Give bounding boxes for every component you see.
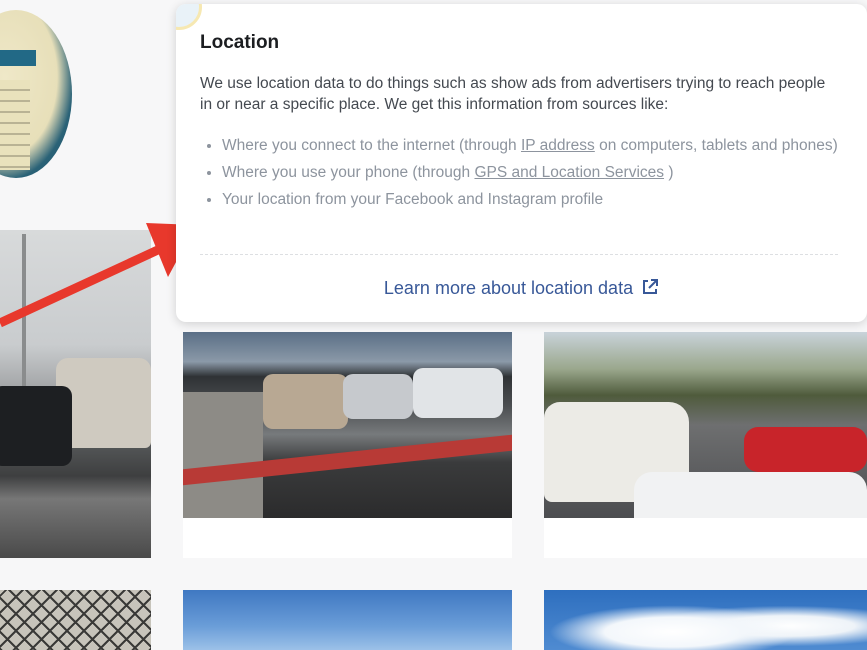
- sign-text-lines: [0, 80, 30, 170]
- clouds-photo[interactable]: [544, 590, 867, 650]
- parking-lot-photo-3[interactable]: [544, 332, 867, 518]
- list-item: Where you connect to the internet (throu…: [222, 135, 862, 156]
- location-info-popover: Location We use location data to do thin…: [176, 4, 867, 322]
- location-sources-list: Where you connect to the internet (throu…: [200, 135, 862, 216]
- gps-location-services-link[interactable]: GPS and Location Services: [474, 164, 664, 181]
- parking-lot-photo-2[interactable]: [183, 332, 512, 518]
- car-shape: [413, 368, 503, 418]
- list-item-text: on computers, tablets and phones): [594, 137, 838, 154]
- car-shape: [263, 374, 348, 429]
- arrow-shaft: [0, 244, 162, 328]
- popover-title: Location: [200, 32, 280, 53]
- list-item-text: Your location from your Facebook and Ins…: [222, 191, 604, 208]
- sky-photo[interactable]: [183, 590, 512, 650]
- photo-card-footer: [183, 518, 512, 558]
- fence-photo[interactable]: [0, 590, 151, 650]
- sign-header: [0, 50, 36, 66]
- list-item-text: Where you use your phone (through: [222, 164, 475, 181]
- list-item: Where you use your phone (through GPS an…: [222, 162, 862, 183]
- list-item-text: ): [664, 164, 674, 181]
- learn-more-label: Learn more about location data: [383, 278, 634, 298]
- location-illustration-icon: [176, 4, 202, 30]
- car-shape: [634, 472, 867, 518]
- external-link-icon: [643, 279, 659, 294]
- car-shape: [343, 374, 413, 419]
- learn-more-link[interactable]: Learn more about location data: [176, 278, 867, 299]
- truck-shape: [0, 386, 72, 466]
- list-item: Your location from your Facebook and Ins…: [222, 189, 862, 210]
- popover-intro-text: We use location data to do things such a…: [200, 75, 826, 113]
- car-shape: [744, 427, 867, 472]
- dashed-divider: [200, 254, 838, 255]
- gravel-strip: [183, 392, 263, 518]
- list-item-text: Where you connect to the internet (throu…: [222, 137, 521, 154]
- profile-photo[interactable]: [0, 10, 72, 178]
- photo-card-footer: [544, 518, 867, 558]
- ip-address-link[interactable]: IP address: [521, 137, 595, 154]
